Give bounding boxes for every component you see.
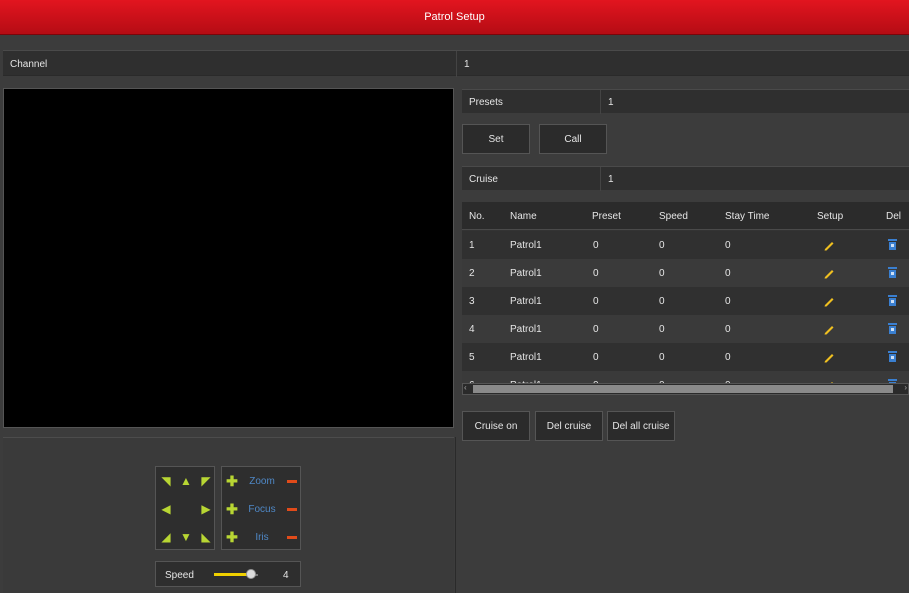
col-preset: Preset [592, 211, 621, 222]
lens-controls: ✚ Zoom ✚ Focus ✚ Iris [221, 466, 301, 550]
channel-label: Channel [10, 59, 48, 70]
scroll-right-icon[interactable]: › [904, 383, 907, 392]
presets-select[interactable]: 1 [608, 97, 614, 108]
row-speed: 0 [659, 268, 665, 279]
row-speed: 0 [659, 296, 665, 307]
zoom-label: Zoom [249, 475, 275, 487]
row-preset: 0 [593, 268, 599, 279]
row-name: Patrol1 [510, 268, 542, 279]
row-name: Patrol1 [510, 296, 542, 307]
row-name: Patrol1 [510, 352, 542, 363]
delete-trash-icon[interactable] [888, 295, 897, 306]
call-preset-button[interactable]: Call [539, 124, 607, 154]
del-cruise-button[interactable]: Del cruise [535, 411, 603, 441]
row-no: 3 [469, 296, 475, 307]
channel-row: Channel 1 [3, 50, 909, 77]
center-cell [176, 495, 196, 523]
edit-pencil-icon[interactable] [823, 323, 835, 335]
row-stay-time: 0 [725, 240, 731, 251]
focus-label: Focus [248, 503, 276, 515]
edit-pencil-icon[interactable] [823, 239, 835, 251]
row-no: 4 [469, 324, 475, 335]
del-all-cruise-button[interactable]: Del all cruise [607, 411, 675, 441]
up-arrow-icon[interactable]: ▲ [176, 467, 196, 495]
set-preset-button[interactable]: Set [462, 124, 530, 154]
row-no: 5 [469, 352, 475, 363]
row-no: 1 [469, 240, 475, 251]
speed-label: Speed [165, 570, 194, 581]
edit-pencil-icon[interactable] [823, 267, 835, 279]
focus-near-icon[interactable]: ✚ [222, 501, 242, 518]
delete-trash-icon[interactable] [888, 351, 897, 362]
col-stay-time: Stay Time [725, 211, 770, 222]
scroll-left-icon[interactable]: ‹ [464, 383, 467, 392]
row-stay-time: 0 [725, 324, 731, 335]
channel-select[interactable]: 1 [464, 59, 470, 70]
video-preview [3, 88, 454, 428]
row-speed: 0 [659, 352, 665, 363]
delete-trash-icon[interactable] [888, 323, 897, 334]
table-header: No. Name Preset Speed Stay Time Setup De… [462, 202, 909, 230]
cruise-row: Cruise 1 [462, 166, 909, 191]
row-stay-time: 0 [725, 296, 731, 307]
row-preset: 0 [593, 352, 599, 363]
speed-slider-handle[interactable] [246, 569, 256, 579]
col-speed: Speed [659, 211, 688, 222]
cruise-select[interactable]: 1 [608, 174, 614, 185]
up-left-arrow-icon[interactable]: ◥ [156, 467, 176, 495]
speed-value: 4 [283, 570, 289, 581]
down-right-arrow-icon[interactable]: ◣ [196, 523, 216, 551]
table-row[interactable]: 5 Patrol1 0 0 0 [462, 343, 909, 371]
left-arrow-icon[interactable]: ◀ [156, 495, 176, 523]
table-row[interactable]: 4 Patrol1 0 0 0 [462, 315, 909, 343]
zoom-out-icon[interactable] [282, 479, 302, 483]
presets-row: Presets 1 [462, 89, 909, 114]
row-speed: 0 [659, 240, 665, 251]
row-preset: 0 [593, 296, 599, 307]
col-setup: Setup [817, 211, 844, 222]
cruise-label: Cruise [469, 174, 498, 185]
title-bar: Patrol Setup [0, 0, 909, 35]
right-arrow-icon[interactable]: ▶ [196, 495, 216, 523]
table-row[interactable]: 3 Patrol1 0 0 0 [462, 287, 909, 315]
row-no: 2 [469, 268, 475, 279]
iris-close-icon[interactable] [282, 535, 302, 539]
col-no: No. [469, 211, 485, 222]
table-row[interactable]: 2 Patrol1 0 0 0 [462, 259, 909, 287]
iris-label: Iris [255, 531, 269, 543]
ptz-speed-control: Speed 4 [155, 561, 301, 587]
scrollbar-thumb[interactable] [473, 385, 893, 393]
focus-row: ✚ Focus [222, 495, 302, 523]
patrol-table: No. Name Preset Speed Stay Time Setup De… [462, 202, 909, 394]
ptz-direction-pad: ◥ ▲ ◤ ◀ ▶ ◢ ▼ ◣ [155, 466, 215, 550]
presets-label: Presets [469, 97, 503, 108]
row-name: Patrol1 [510, 240, 542, 251]
iris-open-icon[interactable]: ✚ [222, 529, 242, 546]
focus-far-icon[interactable] [282, 507, 302, 511]
zoom-row: ✚ Zoom [222, 467, 302, 495]
row-preset: 0 [593, 240, 599, 251]
iris-row: ✚ Iris [222, 523, 302, 551]
cruise-on-button[interactable]: Cruise on [462, 411, 530, 441]
edit-pencil-icon[interactable] [823, 295, 835, 307]
table-row[interactable]: 1 Patrol1 0 0 0 [462, 231, 909, 259]
up-right-arrow-icon[interactable]: ◤ [196, 467, 216, 495]
col-name: Name [510, 211, 537, 222]
down-left-arrow-icon[interactable]: ◢ [156, 523, 176, 551]
delete-trash-icon[interactable] [888, 267, 897, 278]
down-arrow-icon[interactable]: ▼ [176, 523, 196, 551]
page-title: Patrol Setup [424, 11, 485, 23]
row-name: Patrol1 [510, 324, 542, 335]
delete-trash-icon[interactable] [888, 239, 897, 250]
row-preset: 0 [593, 324, 599, 335]
edit-pencil-icon[interactable] [823, 351, 835, 363]
col-del: Del [886, 211, 902, 222]
table-horizontal-scrollbar[interactable]: ‹ › [462, 383, 909, 395]
row-stay-time: 0 [725, 352, 731, 363]
row-speed: 0 [659, 324, 665, 335]
row-stay-time: 0 [725, 268, 731, 279]
zoom-in-icon[interactable]: ✚ [222, 473, 242, 490]
